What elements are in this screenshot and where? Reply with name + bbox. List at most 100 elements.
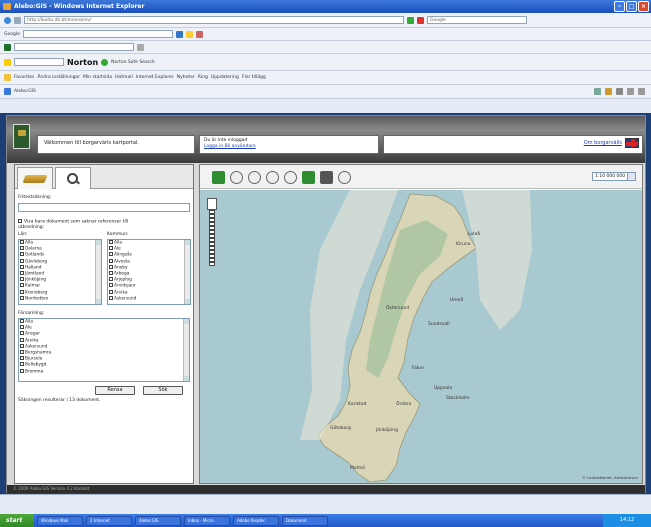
checkbox[interactable] <box>20 283 24 288</box>
address-input[interactable]: http://ikultu.dk.bt/innova/ov/ <box>24 16 404 24</box>
checkbox[interactable] <box>20 319 24 323</box>
checkbox[interactable] <box>20 368 24 373</box>
tab-alebo-gis[interactable]: Alebo:GIS <box>14 89 36 94</box>
favorites-item[interactable]: Ring <box>198 75 208 80</box>
checkbox[interactable] <box>20 258 24 263</box>
tools-menu-icon[interactable] <box>638 88 645 95</box>
scale-select[interactable]: 1:10 000 000 <box>592 172 636 181</box>
checkbox[interactable] <box>109 289 113 294</box>
checkbox[interactable] <box>20 246 24 251</box>
reset-button[interactable]: Rensa <box>95 386 135 395</box>
settings-icon[interactable] <box>137 43 144 51</box>
checkbox[interactable] <box>20 356 24 361</box>
norton-logo[interactable]: Norton <box>67 58 98 67</box>
checkbox[interactable] <box>20 270 24 275</box>
favorites-item[interactable]: Nyheter <box>177 75 195 80</box>
login-link[interactable]: Logga in Bli användare <box>204 144 256 149</box>
norton-field[interactable] <box>14 58 64 66</box>
stop-icon[interactable] <box>417 16 424 24</box>
forward-extent-icon[interactable] <box>320 171 333 184</box>
checkbox[interactable] <box>20 325 24 330</box>
forsamling-list[interactable]: Alla Ale Ansgar Arvika Askersund Bergshamra Bj… <box>18 318 190 382</box>
zoom-slider[interactable] <box>207 198 217 294</box>
info-icon[interactable] <box>284 171 297 184</box>
kommun-list[interactable]: Alla Ale Alingsås Alvesta Aneby Arboga Arjeplo… <box>107 239 191 305</box>
free-text-input[interactable] <box>18 203 190 212</box>
toolbar-search-field[interactable] <box>14 43 134 51</box>
norton-status-icon[interactable] <box>101 58 109 66</box>
checkbox[interactable] <box>109 295 113 300</box>
list-option[interactable]: Bromma <box>19 368 189 375</box>
favorites-item[interactable]: Hotmail <box>115 75 133 80</box>
pan-control-icon[interactable] <box>207 198 217 210</box>
tab-layers[interactable] <box>17 167 53 189</box>
print-icon[interactable] <box>616 88 623 95</box>
checkbox[interactable] <box>109 283 113 288</box>
kommun-scrollbar[interactable] <box>184 240 190 304</box>
pan-tool-icon[interactable] <box>212 171 225 184</box>
checkbox[interactable] <box>20 277 24 282</box>
list-option[interactable]: Askersund <box>108 295 190 302</box>
favorites-item[interactable]: Uppdatering <box>211 75 239 80</box>
about-link[interactable]: Om borgarvälls <box>584 140 622 146</box>
page-menu-icon[interactable] <box>627 88 634 95</box>
search-button[interactable]: Sök <box>143 386 183 395</box>
checkbox[interactable] <box>20 331 24 336</box>
taskbar-item[interactable]: Alebo:GIS <box>135 515 181 526</box>
checkbox[interactable] <box>20 337 24 342</box>
checkbox[interactable] <box>109 258 113 263</box>
close-button[interactable]: × <box>638 1 649 12</box>
favorites-star-icon[interactable] <box>4 74 11 81</box>
home-icon[interactable] <box>594 88 601 95</box>
only-unreferenced-checkbox[interactable]: Visa bara dokument som saknar referenser… <box>18 219 194 225</box>
start-button[interactable]: start <box>0 514 34 527</box>
favorites-item[interactable]: Fler tillägg <box>242 75 266 80</box>
bookmark-icon[interactable] <box>195 30 203 38</box>
checkbox[interactable] <box>109 277 113 282</box>
taskbar-item[interactable]: Windows Mail <box>37 515 83 526</box>
lan-list[interactable]: Alla Dalarna Gotlands Gävleborg Halland Jämtl… <box>18 239 102 305</box>
tab-search[interactable] <box>55 167 91 189</box>
zoom-in-icon[interactable] <box>248 171 261 184</box>
checkbox[interactable] <box>109 252 113 257</box>
back-icon[interactable] <box>4 16 11 24</box>
full-extent-icon[interactable] <box>338 171 351 184</box>
feeds-icon[interactable] <box>605 88 612 95</box>
checkbox[interactable] <box>20 295 24 300</box>
back-extent-icon[interactable] <box>302 171 315 184</box>
go-icon[interactable] <box>407 16 414 24</box>
checkbox[interactable] <box>20 362 24 367</box>
checkbox[interactable] <box>20 289 24 294</box>
favorites-item[interactable]: Ändra inställningar <box>37 75 80 80</box>
taskbar-item[interactable]: Dokument <box>282 515 328 526</box>
favorites-link[interactable]: Favorites <box>14 75 34 80</box>
taskbar-item[interactable]: Adobe Reader <box>233 515 279 526</box>
checkbox[interactable] <box>109 270 113 275</box>
google-search-field[interactable] <box>22 30 173 38</box>
favorites-item[interactable]: Min startsida <box>83 75 112 80</box>
checkbox[interactable] <box>20 264 24 269</box>
maximize-button[interactable]: □ <box>626 1 637 12</box>
lan-scrollbar[interactable] <box>95 240 101 304</box>
taskbar-item[interactable]: 2 Internet <box>86 515 132 526</box>
forsamling-scrollbar[interactable] <box>183 319 189 381</box>
search-input[interactable]: Google <box>427 16 527 24</box>
checkbox[interactable] <box>109 240 113 244</box>
list-option[interactable]: Norrbotten <box>19 295 101 302</box>
checkbox[interactable] <box>109 264 113 269</box>
zoom-level[interactable] <box>209 262 215 266</box>
uk-flag-icon[interactable] <box>625 138 639 148</box>
map-canvas[interactable]: Kiruna Luleå Umeå Östersund Sundsvall Falun Up… <box>200 190 642 483</box>
checkbox[interactable] <box>20 252 24 257</box>
checkbox[interactable] <box>20 343 24 348</box>
norton-safe-search[interactable]: Norton Safe Search <box>111 60 155 65</box>
taskbar-item[interactable]: Inbox - Micro <box>184 515 230 526</box>
forward-icon[interactable] <box>14 16 21 24</box>
star-icon[interactable] <box>185 30 193 38</box>
minimize-button[interactable]: – <box>614 1 625 12</box>
checkbox[interactable] <box>109 246 113 251</box>
zoom-out-icon[interactable] <box>266 171 279 184</box>
google-search-icon[interactable] <box>175 30 183 38</box>
checkbox[interactable] <box>20 240 24 244</box>
favorites-item[interactable]: Internet Explorer <box>136 75 174 80</box>
